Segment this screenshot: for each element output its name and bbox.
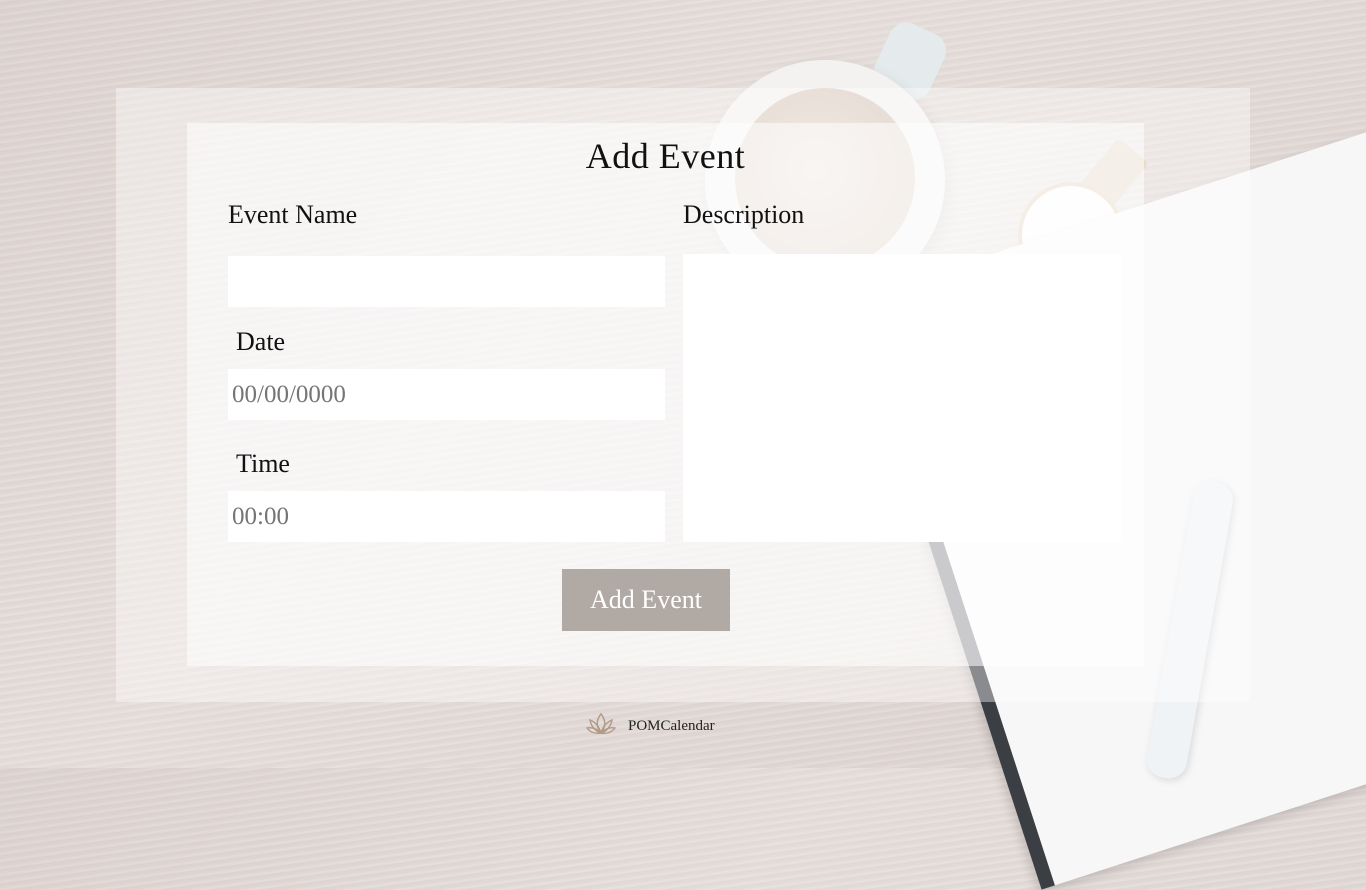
event-name-label: Event Name <box>228 200 358 229</box>
add-event-form: Add Event Event Name Description Date Ti… <box>187 123 1144 666</box>
date-input[interactable] <box>228 369 665 420</box>
time-label: Time <box>236 449 290 478</box>
add-event-button[interactable]: Add Event <box>562 569 730 631</box>
time-input[interactable] <box>228 491 665 542</box>
description-textarea[interactable] <box>683 254 1121 542</box>
footer: POMCalendar <box>585 711 715 742</box>
lotus-icon <box>585 711 617 742</box>
brand-name: POMCalendar <box>628 717 715 734</box>
description-label: Description <box>683 200 805 229</box>
event-name-input[interactable] <box>228 256 665 307</box>
date-label: Date <box>236 327 286 356</box>
form-title: Add Event <box>585 136 746 176</box>
